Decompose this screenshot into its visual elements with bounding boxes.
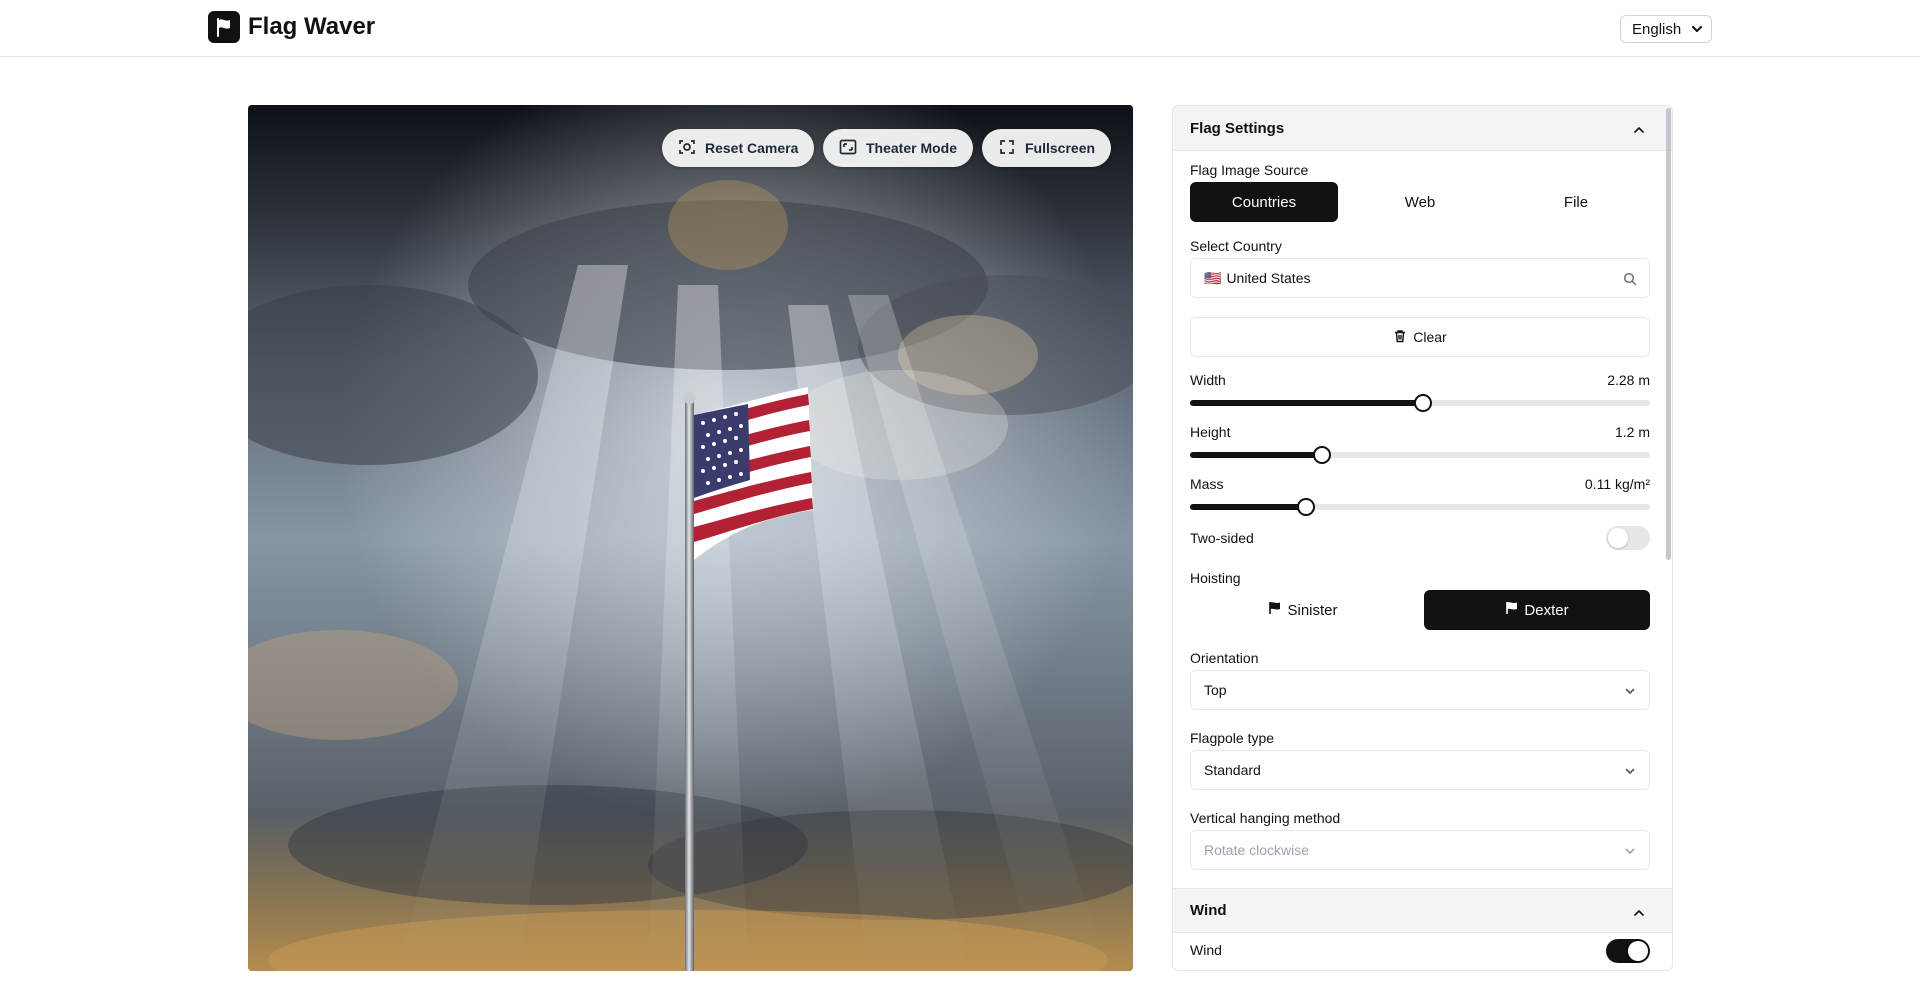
app-header: Flag Waver English — [0, 0, 1920, 57]
orientation-select[interactable]: Top — [1190, 670, 1650, 710]
source-countries-button[interactable]: Countries — [1190, 182, 1338, 222]
app-title: Flag Waver — [248, 13, 376, 40]
wind-toggle[interactable] — [1606, 939, 1650, 963]
clear-button[interactable]: Clear — [1190, 317, 1650, 357]
source-countries-label: Countries — [1231, 193, 1297, 211]
mass-value: 0.11 kg/m² — [1584, 476, 1650, 492]
country-value: United States — [1226, 270, 1311, 286]
flag-logo-icon — [208, 11, 240, 43]
wind-header[interactable]: Wind — [1173, 888, 1672, 933]
source-web-button[interactable]: Web — [1346, 182, 1494, 222]
width-slider[interactable] — [1190, 394, 1650, 412]
chevron-down-icon — [1623, 684, 1637, 701]
vertical-hanging-label: Vertical hanging method — [1190, 810, 1341, 826]
chevron-up-icon — [1633, 906, 1645, 923]
source-web-label: Web — [1404, 193, 1436, 211]
wind-toggle-label: Wind — [1190, 942, 1222, 958]
chevron-down-icon — [1690, 22, 1704, 40]
sky-background — [248, 105, 1133, 971]
two-sided-toggle-knob — [1608, 528, 1628, 548]
two-sided-toggle[interactable] — [1606, 526, 1650, 550]
flag-scene-canvas[interactable]: Reset Camera Theater Mode Fullscreen — [248, 105, 1133, 971]
chevron-up-icon — [1633, 123, 1645, 140]
trash-icon — [1393, 329, 1407, 346]
height-label: Height — [1190, 424, 1231, 440]
theater-icon — [839, 138, 857, 159]
wind-toggle-knob — [1628, 941, 1648, 961]
width-value: 2.28 m — [1607, 372, 1650, 388]
select-country-label: Select Country — [1190, 238, 1282, 254]
width-label: Width — [1190, 372, 1226, 388]
wind-title: Wind — [1190, 902, 1227, 919]
height-slider[interactable] — [1190, 446, 1650, 464]
country-combobox[interactable]: 🇺🇸 United States — [1190, 258, 1650, 298]
brand[interactable]: Flag Waver — [208, 11, 375, 43]
mass-label: Mass — [1190, 476, 1224, 492]
mass-slider[interactable] — [1190, 498, 1650, 516]
hoisting-dexter-button[interactable]: Dexter — [1424, 590, 1650, 630]
country-flag-emoji: 🇺🇸 — [1204, 269, 1222, 286]
theater-mode-label: Theater Mode — [866, 140, 958, 156]
height-slider-thumb[interactable] — [1313, 446, 1331, 464]
width-slider-thumb[interactable] — [1414, 394, 1432, 412]
language-value: English — [1632, 20, 1682, 38]
height-slider-fill — [1190, 452, 1322, 458]
hoisting-sinister-button[interactable]: Sinister — [1190, 590, 1416, 630]
image-source-label: Flag Image Source — [1190, 162, 1309, 178]
reset-camera-label: Reset Camera — [705, 140, 799, 156]
settings-panel[interactable]: Flag Settings Flag Image Source Countrie… — [1172, 105, 1673, 971]
flag-settings-title: Flag Settings — [1190, 119, 1285, 137]
hoisting-label: Hoisting — [1190, 570, 1241, 586]
camera-focus-icon — [678, 138, 696, 159]
flagpole-type-label: Flagpole type — [1190, 730, 1275, 746]
panel-scrollbar[interactable] — [1666, 108, 1671, 560]
orientation-label: Orientation — [1190, 650, 1259, 666]
flag-icon — [1505, 601, 1519, 619]
source-file-button[interactable]: File — [1502, 182, 1650, 222]
two-sided-label: Two-sided — [1190, 530, 1254, 546]
chevron-down-icon — [1623, 844, 1637, 861]
height-value: 1.2 m — [1614, 424, 1650, 440]
language-select[interactable]: English — [1620, 15, 1712, 43]
vertical-hanging-value: Rotate clockwise — [1204, 842, 1310, 858]
flag-icon — [1268, 601, 1282, 619]
flagpole-type-value: Standard — [1204, 762, 1261, 778]
search-icon — [1623, 272, 1637, 289]
fullscreen-button[interactable]: Fullscreen — [982, 129, 1112, 167]
fullscreen-label: Fullscreen — [1025, 140, 1096, 156]
width-slider-fill — [1190, 400, 1423, 406]
hoisting-sinister-label: Sinister — [1287, 601, 1338, 619]
flagpole-type-select[interactable]: Standard — [1190, 750, 1650, 790]
mass-slider-fill — [1190, 504, 1306, 510]
reset-camera-button[interactable]: Reset Camera — [662, 129, 815, 167]
theater-mode-button[interactable]: Theater Mode — [823, 129, 974, 167]
vertical-hanging-select[interactable]: Rotate clockwise — [1190, 830, 1650, 870]
hoisting-dexter-label: Dexter — [1524, 601, 1569, 619]
source-file-label: File — [1563, 193, 1589, 211]
clear-label: Clear — [1413, 329, 1447, 345]
flag-settings-header[interactable]: Flag Settings — [1173, 106, 1672, 151]
fullscreen-icon — [998, 138, 1016, 159]
chevron-down-icon — [1623, 764, 1637, 781]
mass-slider-thumb[interactable] — [1297, 498, 1315, 516]
orientation-value: Top — [1204, 682, 1227, 698]
